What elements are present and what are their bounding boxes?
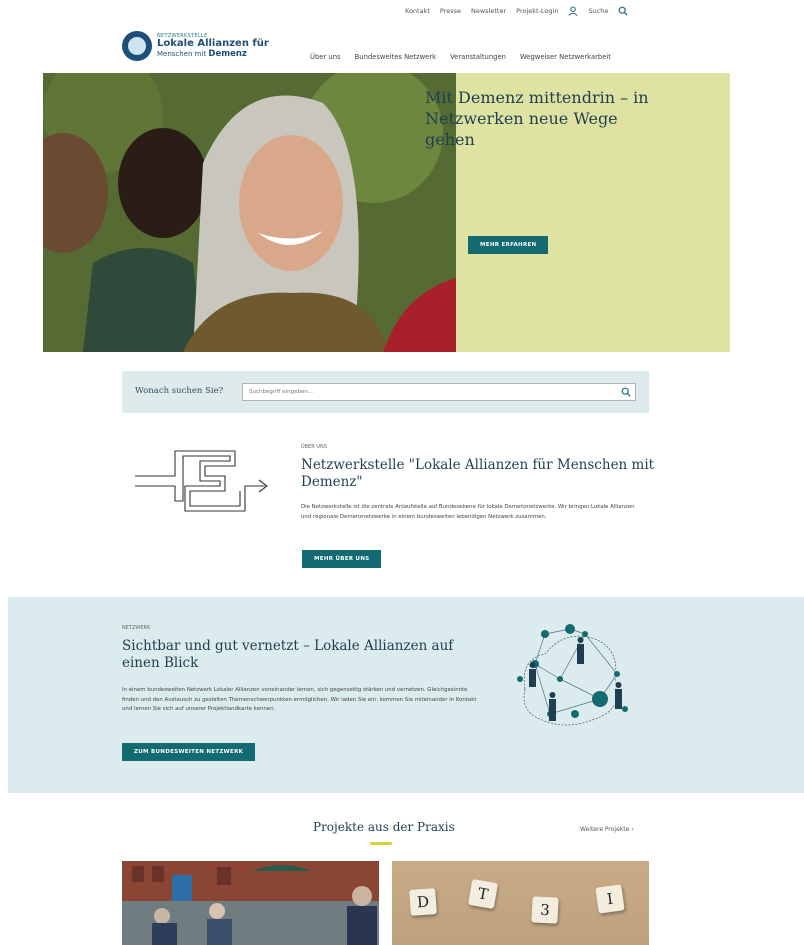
network-kicker: NETZWERK bbox=[122, 625, 151, 631]
nav-ueber-uns[interactable]: Über uns bbox=[310, 53, 341, 61]
logo-mark-icon bbox=[122, 31, 152, 61]
site-logo[interactable]: NETZWERKSTELLE Lokale Allianzen für Mens… bbox=[122, 31, 269, 61]
utility-nav: Kontakt Presse Newsletter Projekt-Login … bbox=[405, 6, 629, 16]
chevron-right-icon: › bbox=[631, 826, 634, 833]
nav-presse[interactable]: Presse bbox=[440, 7, 461, 15]
letter-tile-2: T bbox=[467, 878, 499, 910]
network-title: Sichtbar und gut vernetzt – Lokale Allia… bbox=[122, 638, 454, 671]
nav-login[interactable]: Projekt-Login bbox=[516, 7, 558, 15]
logo-line2-bold: Demenz bbox=[208, 49, 247, 59]
nav-wegweiser[interactable]: Wegweiser Netzwerkarbeit bbox=[520, 53, 611, 61]
hero-more-button[interactable]: MEHR ERFAHREN bbox=[468, 236, 549, 254]
nav-kontakt[interactable]: Kontakt bbox=[405, 7, 430, 15]
nav-newsletter[interactable]: Newsletter bbox=[471, 7, 506, 15]
project-card-image-2[interactable]: D T 3 I bbox=[392, 861, 649, 945]
logo-line2-prefix: Menschen mit bbox=[157, 50, 209, 58]
network-button[interactable]: ZUM BUNDESWEITEN NETZWERK bbox=[122, 743, 256, 761]
more-projects-link[interactable]: Weitere Projekte › bbox=[580, 826, 634, 833]
about-more-button[interactable]: MEHR ÜBER UNS bbox=[302, 550, 382, 568]
logo-line2: Menschen mit Demenz bbox=[157, 49, 269, 59]
network-map-illustration bbox=[505, 619, 635, 738]
about-title: Netzwerkstelle "Lokale Allianzen für Men… bbox=[301, 457, 655, 490]
logo-line1: Lokale Allianzen für bbox=[157, 38, 269, 49]
nav-bundesweites-netzwerk[interactable]: Bundesweites Netzwerk bbox=[355, 53, 436, 61]
search-bar: Wonach suchen Sie? Suchbegriff eingeben.… bbox=[122, 371, 649, 413]
projects-title: Projekte aus der Praxis bbox=[313, 820, 455, 834]
network-body: In einem bundesweiten Netzwerk Lokaler A… bbox=[122, 687, 477, 712]
user-icon[interactable] bbox=[568, 6, 578, 16]
letter-tile-3: 3 bbox=[531, 896, 559, 924]
more-projects-label: Weitere Projekte bbox=[580, 826, 630, 833]
search-label: Wonach suchen Sie? bbox=[135, 386, 224, 396]
letter-tile-4: I bbox=[595, 884, 625, 914]
projects-title-underline bbox=[370, 842, 392, 845]
about-body: Die Netzwerkstelle ist die zentrale Anla… bbox=[301, 504, 635, 520]
network-section: NETZWERK Sichtbar und gut vernetzt – Lok… bbox=[8, 597, 804, 793]
about-kicker: ÜBER UNS bbox=[301, 444, 327, 450]
nav-suche[interactable]: Suche bbox=[588, 7, 608, 15]
nav-veranstaltungen[interactable]: Veranstaltungen bbox=[450, 53, 506, 61]
search-icon[interactable] bbox=[618, 6, 629, 16]
hero-image bbox=[43, 73, 456, 352]
search-input[interactable]: Suchbegriff eingeben... bbox=[242, 383, 636, 401]
search-submit-icon[interactable] bbox=[621, 387, 631, 399]
search-placeholder: Suchbegriff eingeben... bbox=[249, 389, 314, 395]
letter-tile-1: D bbox=[409, 888, 437, 916]
hero-title: Mit Demenz mittendrin – in Netzwerken ne… bbox=[425, 88, 649, 149]
maze-arrow-illustration bbox=[135, 446, 275, 520]
project-card-image-1[interactable] bbox=[122, 861, 379, 945]
main-nav: Über uns Bundesweites Netzwerk Veranstal… bbox=[310, 53, 611, 61]
